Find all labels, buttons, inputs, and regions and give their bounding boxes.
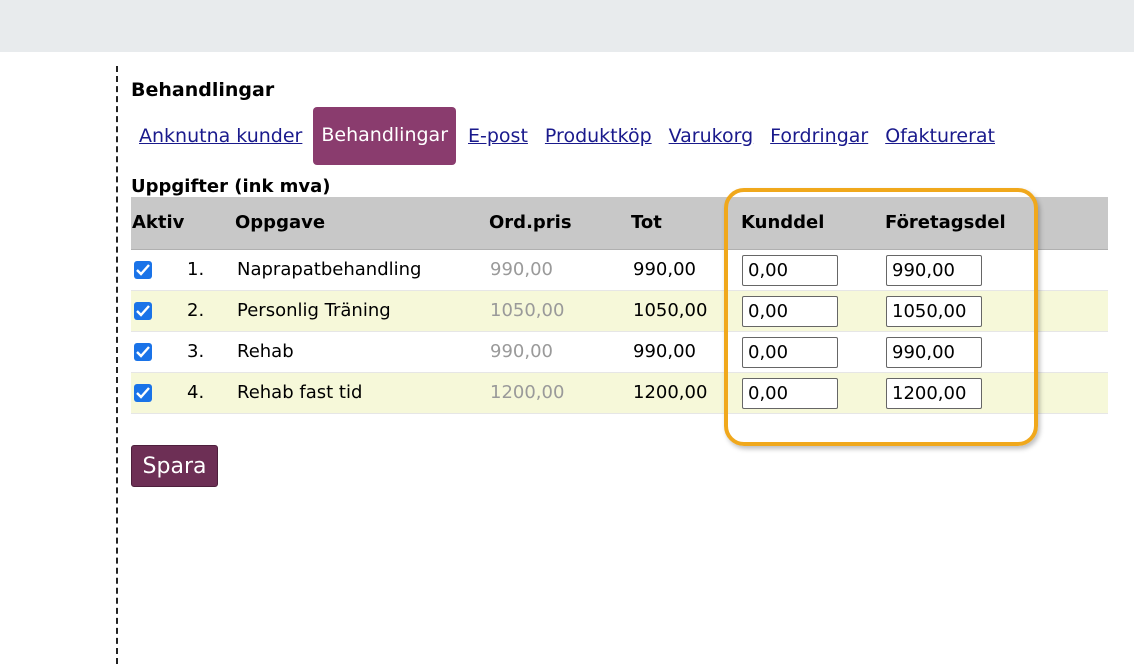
table-caption: Uppgifter (ink mva): [131, 176, 331, 197]
foretagsdel-input[interactable]: 990,00: [886, 337, 982, 368]
treatments-table: Aktiv Oppgave Ord.pris Tot Kunddel Föret…: [131, 197, 1108, 414]
active-checkbox[interactable]: [134, 302, 152, 320]
header-foretagsdel: Företagsdel: [885, 212, 1006, 233]
row-number: 4.: [187, 382, 205, 403]
total-price: 990,00: [633, 259, 696, 280]
table-row: 1. Naprapatbehandling 990,00 990,00 0,00…: [131, 250, 1108, 291]
active-checkbox[interactable]: [134, 261, 152, 279]
treatment-name: Rehab fast tid: [237, 382, 363, 403]
header-aktiv: Aktiv: [132, 212, 185, 233]
total-price: 990,00: [633, 341, 696, 362]
treatment-name: Rehab: [237, 341, 294, 362]
top-bar: [0, 0, 1134, 52]
save-button[interactable]: Spara: [131, 445, 218, 487]
row-number: 2.: [187, 300, 205, 321]
kunddel-input[interactable]: 0,00: [742, 337, 838, 368]
table-row: 4. Rehab fast tid 1200,00 1200,00 0,00 1…: [131, 373, 1108, 414]
table-header: Aktiv Oppgave Ord.pris Tot Kunddel Föret…: [131, 197, 1108, 250]
tab-ofakturerat[interactable]: Ofakturerat: [885, 125, 995, 147]
tab-bar: Anknutna kunder Behandlingar E-post Prod…: [131, 107, 1004, 165]
tab-e-post[interactable]: E-post: [468, 125, 528, 147]
row-number: 1.: [187, 259, 205, 280]
dashed-divider: [116, 66, 118, 664]
header-oppgave: Oppgave: [235, 212, 326, 233]
ordinary-price: 990,00: [490, 341, 553, 362]
ordinary-price: 1200,00: [490, 382, 565, 403]
kunddel-input[interactable]: 0,00: [742, 378, 838, 409]
treatment-name: Naprapatbehandling: [237, 259, 422, 280]
active-checkbox[interactable]: [134, 343, 152, 361]
tab-fordringar[interactable]: Fordringar: [770, 125, 868, 147]
total-price: 1050,00: [633, 300, 708, 321]
total-price: 1200,00: [633, 382, 708, 403]
foretagsdel-input[interactable]: 1050,00: [886, 296, 982, 327]
tab-behandlingar[interactable]: Behandlingar: [313, 107, 457, 165]
header-tot: Tot: [631, 212, 662, 233]
kunddel-input[interactable]: 0,00: [742, 296, 838, 327]
header-kunddel: Kunddel: [741, 212, 825, 233]
header-ordpris: Ord.pris: [489, 212, 572, 233]
tab-anknutna-kunder[interactable]: Anknutna kunder: [139, 125, 302, 147]
ordinary-price: 990,00: [490, 259, 553, 280]
foretagsdel-input[interactable]: 1200,00: [886, 378, 982, 409]
kunddel-input[interactable]: 0,00: [742, 255, 838, 286]
treatment-name: Personlig Träning: [237, 300, 391, 321]
tab-varukorg[interactable]: Varukorg: [669, 125, 754, 147]
section-title: Behandlingar: [131, 79, 275, 101]
table-row: 3. Rehab 990,00 990,00 0,00 990,00: [131, 332, 1108, 373]
ordinary-price: 1050,00: [490, 300, 565, 321]
active-checkbox[interactable]: [134, 384, 152, 402]
table-row: 2. Personlig Träning 1050,00 1050,00 0,0…: [131, 291, 1108, 332]
foretagsdel-input[interactable]: 990,00: [886, 255, 982, 286]
row-number: 3.: [187, 341, 205, 362]
tab-produktkop[interactable]: Produktköp: [545, 125, 652, 147]
